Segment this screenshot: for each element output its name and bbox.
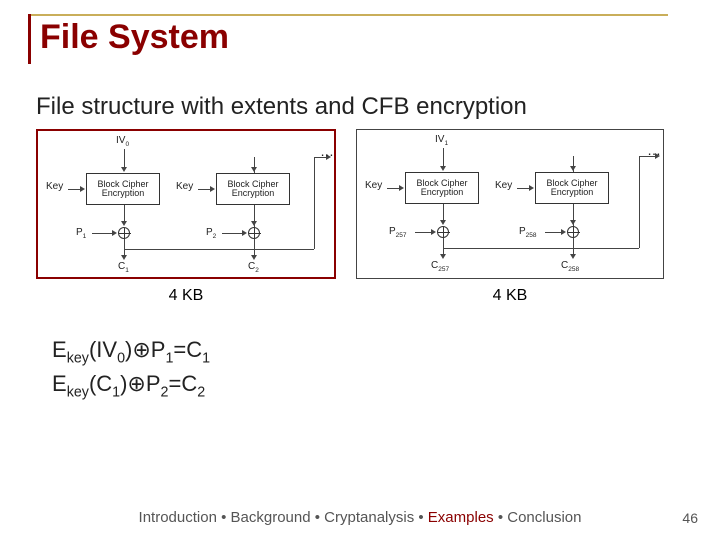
title-rule — [28, 14, 668, 16]
xor-icon — [248, 227, 260, 239]
key-label: Key — [365, 180, 382, 191]
cipher-block: Block Cipher Encryption — [535, 172, 609, 204]
key-label: Key — [176, 181, 193, 192]
diagram-row: IV0 Block Cipher Encryption Key P1 C1 — [0, 129, 720, 279]
cipher-block: Block Cipher Encryption — [405, 172, 479, 204]
ciphertext-label: C258 — [561, 260, 579, 273]
cfb-diagram-block0: IV0 Block Cipher Encryption Key P1 C1 — [36, 129, 336, 279]
plaintext-label: P257 — [389, 226, 407, 239]
ciphertext-label: C1 — [118, 261, 129, 274]
cipher-block: Block Cipher Encryption — [216, 173, 290, 205]
key-label: Key — [46, 181, 63, 192]
equation-1: Ekey(IV0)⊕P1=C1 — [52, 335, 720, 369]
xor-icon — [118, 227, 130, 239]
cfb-diagram-block1: IV1 Block Cipher Encryption Key P257 C25… — [356, 129, 664, 279]
subtitle: File structure with extents and CFB encr… — [0, 63, 720, 129]
xor-icon — [567, 226, 579, 238]
xor-icon — [437, 226, 449, 238]
block-size-label: 4 KB — [36, 287, 336, 305]
cipher-block: Block Cipher Encryption — [86, 173, 160, 205]
page-title: File System — [28, 18, 720, 57]
equations: Ekey(IV0)⊕P1=C1 Ekey(C1)⊕P2=C2 — [0, 305, 720, 402]
equation-2: Ekey(C1)⊕P2=C2 — [52, 369, 720, 403]
ellipsis: … — [647, 142, 661, 158]
plaintext-label: P1 — [76, 227, 86, 240]
block-size-label: 4 KB — [356, 287, 664, 305]
plaintext-label: P2 — [206, 227, 216, 240]
title-accent — [28, 14, 31, 64]
ellipsis: … — [320, 143, 334, 159]
key-label: Key — [495, 180, 512, 191]
ciphertext-label: C257 — [431, 260, 449, 273]
ciphertext-label: C2 — [248, 261, 259, 274]
footer-breadcrumb: Introduction • Background • Cryptanalysi… — [0, 509, 720, 526]
iv-label: IV0 — [116, 135, 129, 148]
plaintext-label: P258 — [519, 226, 537, 239]
iv-label: IV1 — [435, 134, 448, 147]
page-number: 46 — [682, 510, 698, 526]
